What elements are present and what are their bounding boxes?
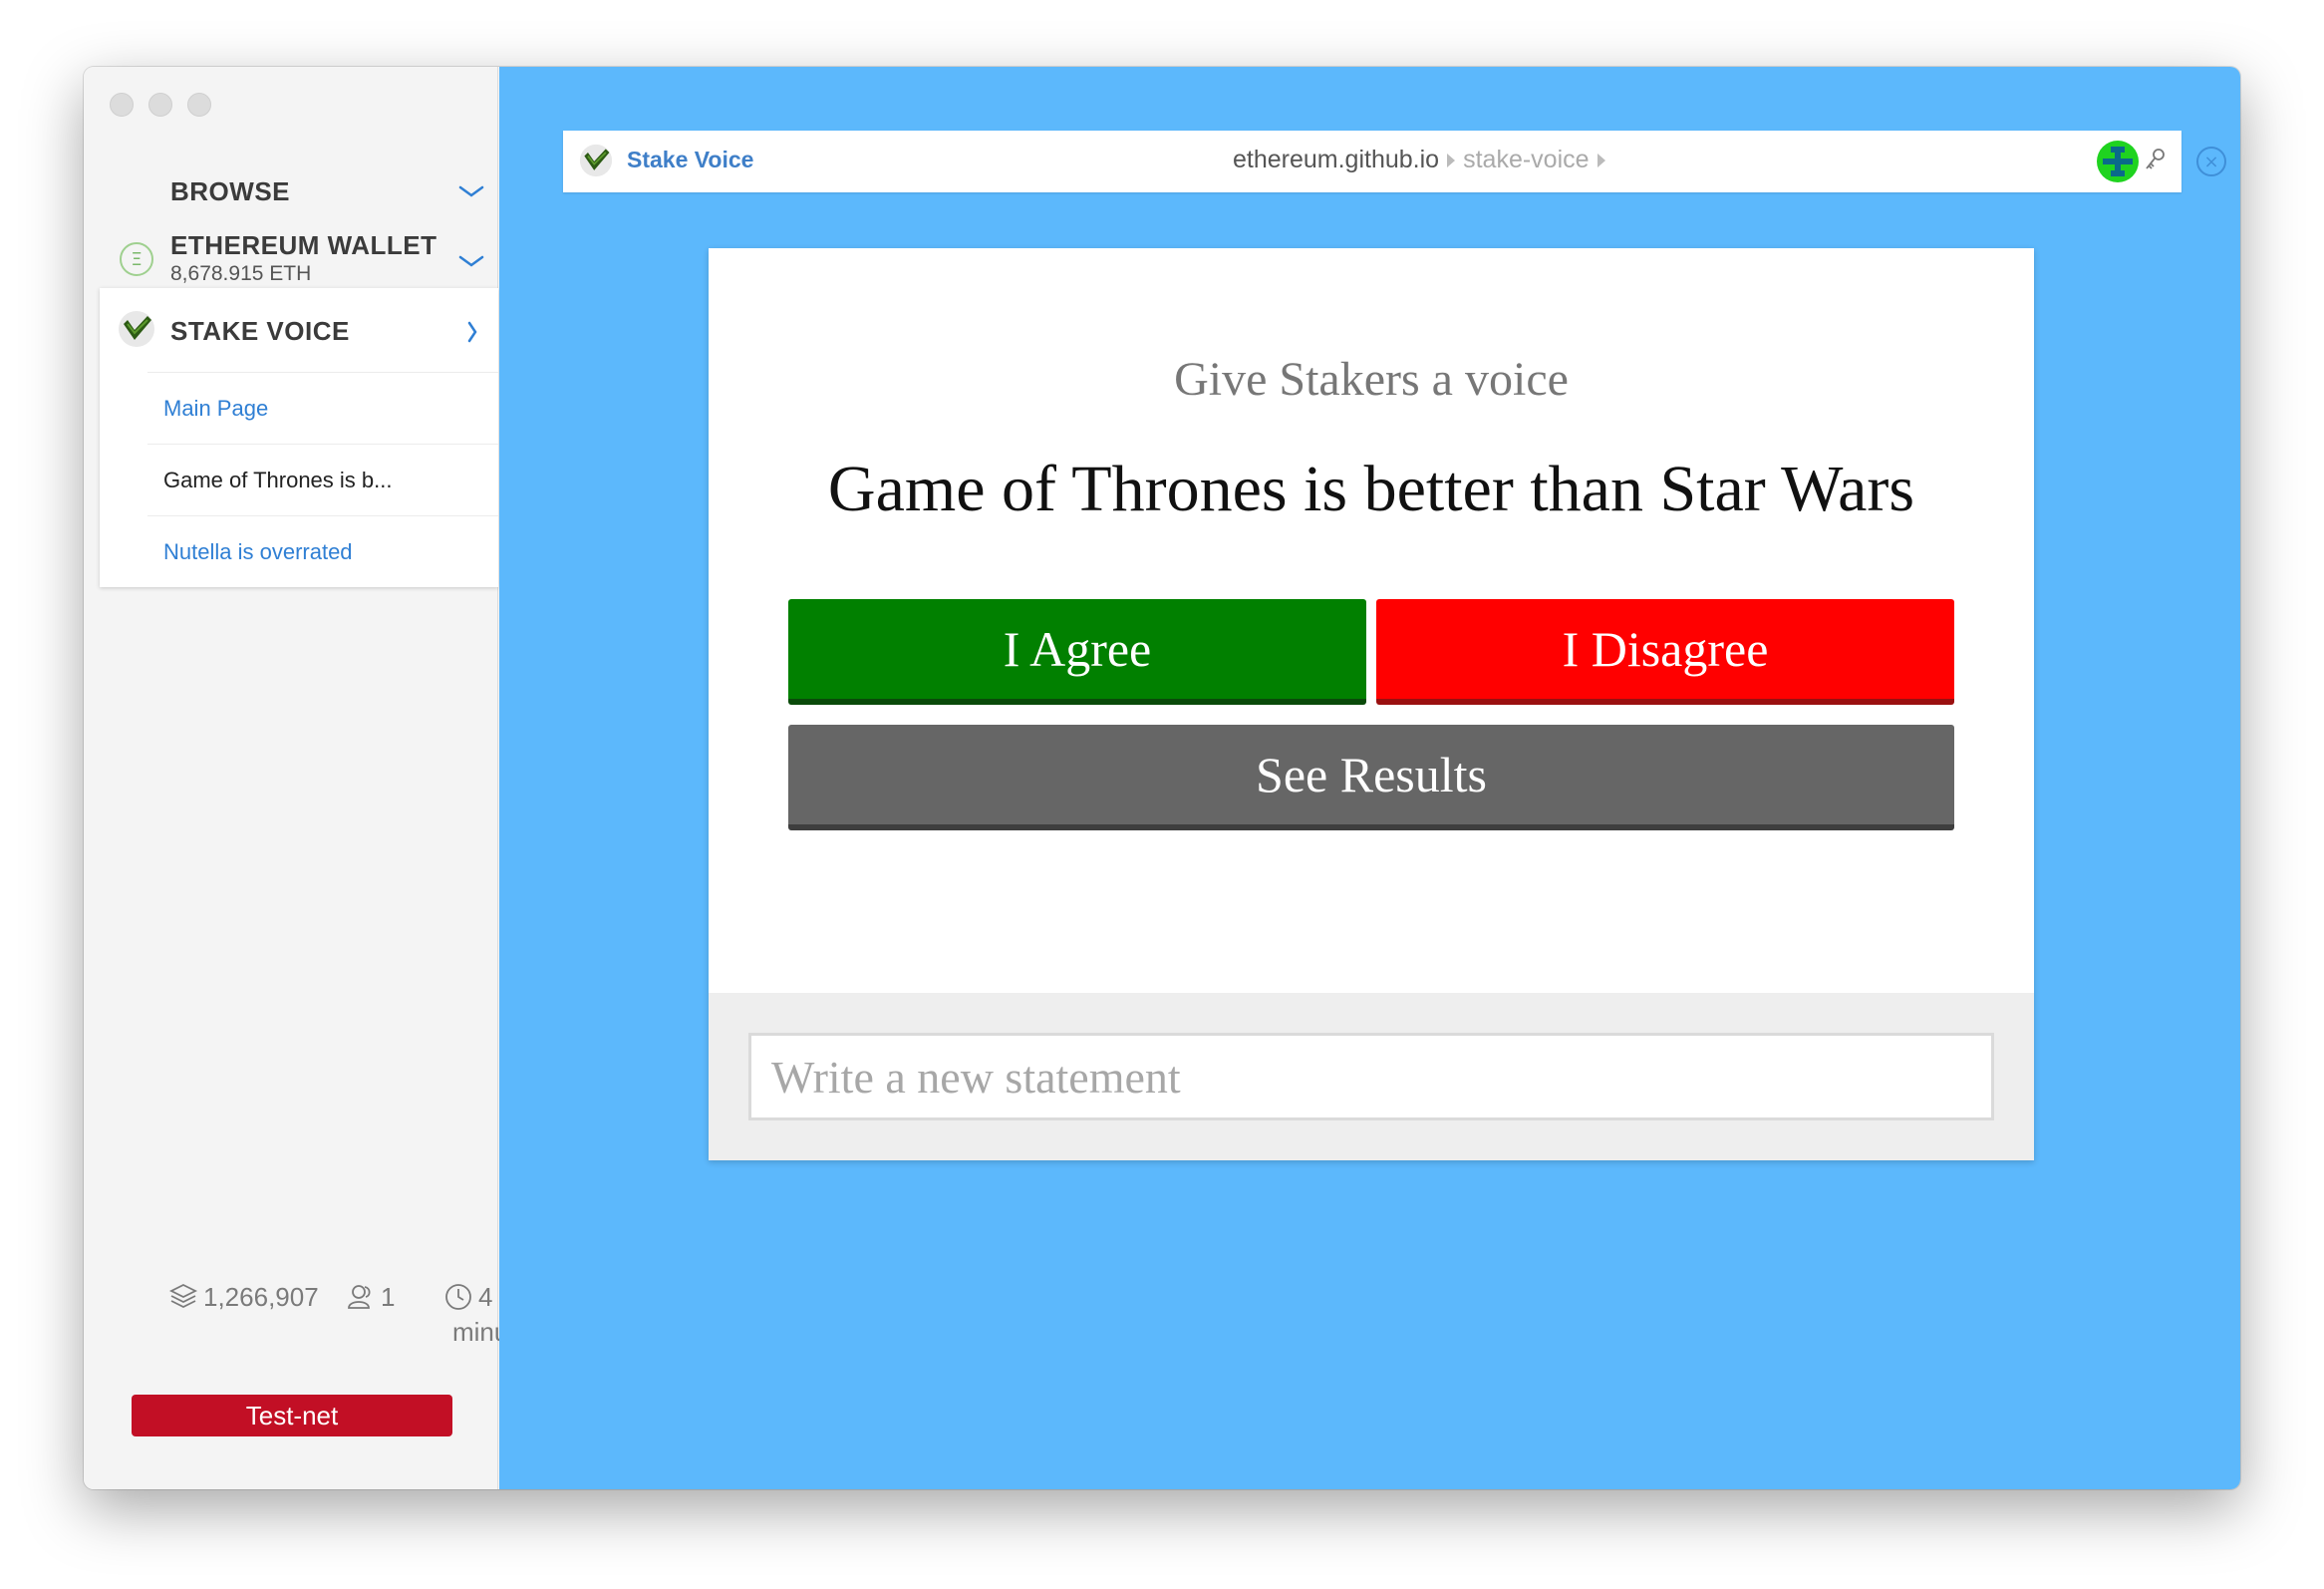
window-controls	[110, 93, 211, 117]
chevron-right-icon	[467, 321, 477, 343]
breadcrumb-separator-icon	[1447, 153, 1456, 167]
close-tab-icon[interactable]: ×	[2196, 147, 2226, 176]
minimize-window-button[interactable]	[148, 93, 172, 117]
close-window-button[interactable]	[110, 93, 134, 117]
breadcrumb-separator-icon	[1597, 153, 1605, 167]
sidebar-subitem-main-page[interactable]: Main Page	[147, 372, 498, 444]
sidebar-subitem-nutella[interactable]: Nutella is overrated	[147, 515, 498, 587]
statement-title: Game of Thrones is better than Star Wars	[827, 453, 1915, 525]
card-footer	[709, 993, 2034, 1160]
sidebar-item-stake-voice[interactable]: STAKE VOICE	[100, 288, 498, 372]
clock-icon	[445, 1284, 471, 1310]
app-window: BROWSE Ξ ETHEREUM WALLET 8,678.915 ETH S…	[84, 67, 2240, 1489]
browse-label: BROWSE	[170, 175, 290, 206]
key-icon[interactable]	[2144, 147, 2168, 174]
breadcrumb-path[interactable]: stake-voice	[1463, 146, 1589, 174]
dapp-panel: STAKE VOICE Main Page Game of Thrones is…	[100, 288, 498, 587]
peer-count-value: 1	[381, 1281, 396, 1312]
layers-icon	[168, 1283, 198, 1309]
block-count: 1,266,907	[167, 1281, 319, 1313]
zoom-window-button[interactable]	[187, 93, 211, 117]
sidebar-item-wallet[interactable]: Ξ ETHEREUM WALLET 8,678.915 ETH	[84, 224, 498, 294]
see-results-button[interactable]: See Results	[788, 725, 1954, 830]
new-statement-input[interactable]	[748, 1033, 1994, 1120]
dapp-title: STAKE VOICE	[170, 316, 350, 346]
ether-icon: Ξ	[120, 242, 153, 276]
stake-voice-logo-icon	[119, 311, 154, 347]
stake-voice-logo-icon	[579, 144, 613, 177]
chevron-down-icon	[458, 255, 484, 267]
url-app-name: Stake Voice	[627, 147, 754, 172]
disagree-button[interactable]: I Disagree	[1376, 599, 1954, 705]
block-count-value: 1,266,907	[203, 1281, 319, 1312]
peers-icon	[348, 1285, 371, 1309]
sidebar: BROWSE Ξ ETHEREUM WALLET 8,678.915 ETH S…	[84, 67, 543, 1489]
last-block-time: 4	[442, 1281, 492, 1313]
sidebar-subitem-game-of-thrones[interactable]: Game of Thrones is b...	[147, 444, 498, 515]
breadcrumb-domain[interactable]: ethereum.github.io	[1233, 146, 1439, 174]
wallet-title: ETHEREUM WALLET	[170, 230, 437, 260]
time-value: 4	[478, 1281, 493, 1312]
url-bar[interactable]: Stake Voice ethereum.github.io stake-voi…	[563, 131, 2181, 192]
breadcrumb: ethereum.github.io stake-voice	[1233, 146, 1605, 174]
peer-count: 1	[345, 1281, 395, 1313]
agree-button[interactable]: I Agree	[788, 599, 1366, 705]
account-identicon-icon[interactable]	[2097, 141, 2139, 182]
page-subtitle: Give Stakers a voice	[1174, 353, 1569, 406]
wallet-balance: 8,678.915 ETH	[170, 262, 312, 285]
network-badge: Test-net	[132, 1395, 452, 1436]
sidebar-item-browse[interactable]: BROWSE	[84, 166, 498, 216]
main-view: Stake Voice ethereum.github.io stake-voi…	[499, 67, 2240, 1489]
chevron-down-icon	[458, 185, 484, 197]
stake-voice-card: Give Stakers a voice Game of Thrones is …	[709, 248, 2034, 1160]
wallet-text: ETHEREUM WALLET 8,678.915 ETH	[170, 230, 437, 286]
